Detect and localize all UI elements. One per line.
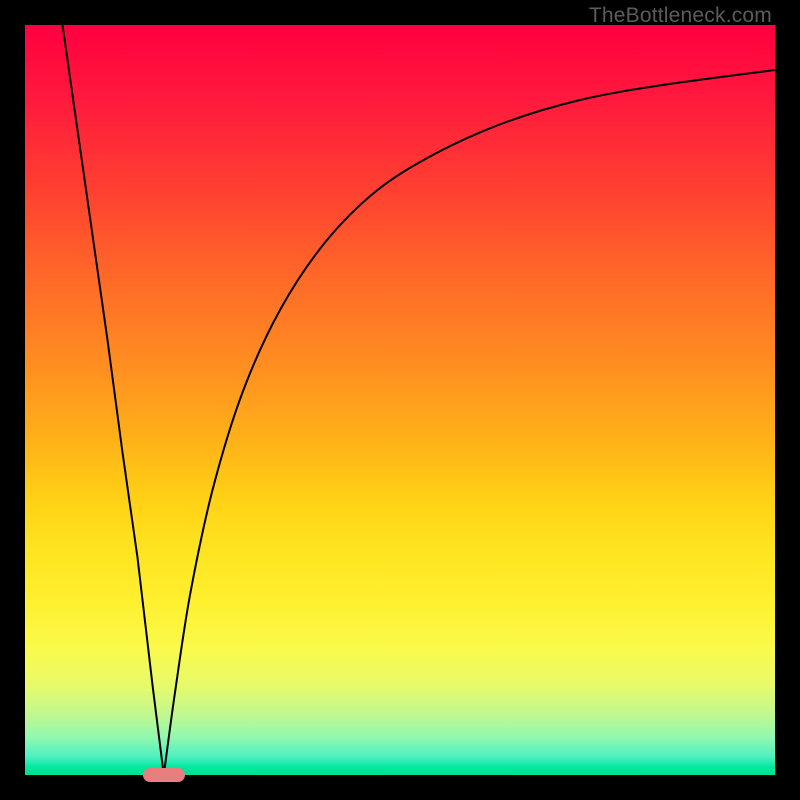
chart-container: TheBottleneck.com xyxy=(0,0,800,800)
min-marker xyxy=(143,768,185,782)
curve-right-branch xyxy=(164,70,775,775)
curve-left-branch xyxy=(63,25,164,775)
plot-area xyxy=(25,25,775,775)
curve-layer xyxy=(25,25,775,775)
